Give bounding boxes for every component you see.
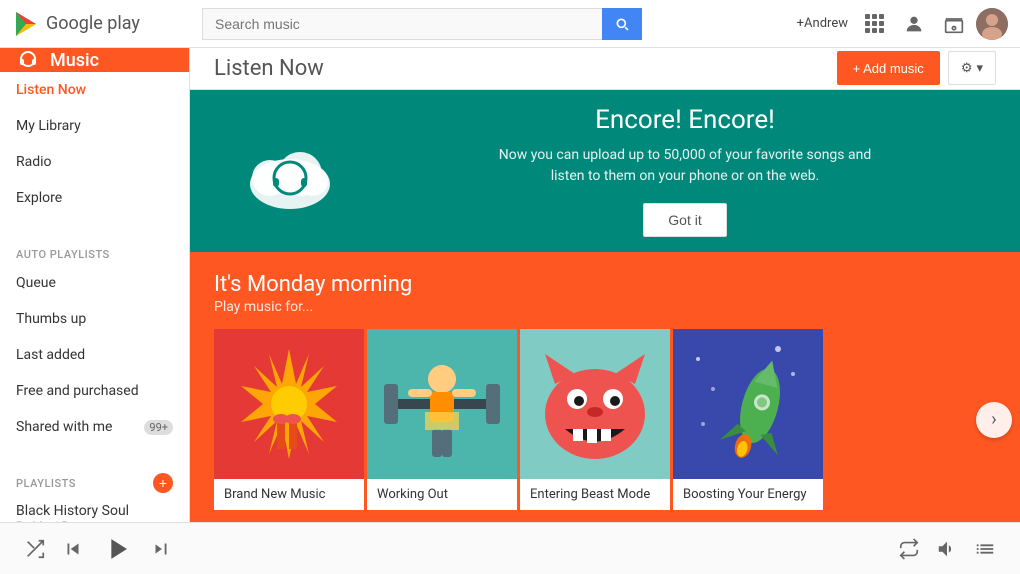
previous-button[interactable] — [62, 538, 84, 560]
sidebar-item-shared-with-me[interactable]: Shared with me 99+ — [0, 409, 189, 445]
shuffle-button[interactable] — [24, 538, 46, 560]
content-header: Listen Now + Add music ⚙ ▾ — [190, 48, 1020, 90]
bottom-player — [0, 522, 1020, 574]
queue-icon — [974, 538, 996, 560]
shared-badge: 99+ — [144, 420, 173, 435]
promo-text: Encore! Encore! Now you can upload up to… — [390, 105, 980, 237]
grid-menu-button[interactable] — [856, 6, 892, 42]
section-title: It's Monday morning — [214, 272, 996, 297]
sidebar-item-explore[interactable]: Explore — [0, 180, 189, 216]
playlists-header: Playlists + — [0, 461, 189, 497]
add-music-button[interactable]: + Add music — [837, 51, 940, 85]
boosting-energy-art — [678, 334, 818, 474]
beast-mode-art — [525, 334, 665, 474]
top-bar: Google play +Andrew — [0, 0, 1020, 48]
page-title: Listen Now — [214, 56, 324, 81]
card-working-out-label: Working Out — [367, 479, 517, 510]
sidebar-item-last-added[interactable]: Last added — [0, 337, 189, 373]
volume-icon — [936, 538, 958, 560]
queue-button[interactable] — [974, 538, 996, 560]
content-area: Listen Now + Add music ⚙ ▾ — [190, 48, 1020, 522]
account-icon — [903, 13, 925, 35]
logo-text: Google play — [46, 13, 140, 34]
working-out-art — [372, 334, 512, 474]
main-layout: Music Listen Now My Library Radio Explor… — [0, 48, 1020, 522]
header-actions: + Add music ⚙ ▾ — [837, 51, 996, 85]
repeat-button[interactable] — [898, 538, 920, 560]
sidebar-item-my-library[interactable]: My Library — [0, 108, 189, 144]
next-arrow-button[interactable]: › — [976, 402, 1012, 438]
top-right-actions: +Andrew — [797, 6, 1008, 42]
sidebar-item-radio[interactable]: Radio — [0, 144, 189, 180]
search-button[interactable] — [602, 8, 642, 40]
promo-description: Now you can upload up to 50,000 of your … — [485, 145, 885, 187]
sidebar-item-listen-now[interactable]: Listen Now — [0, 72, 189, 108]
card-boosting-energy-label: Boosting Your Energy — [673, 479, 823, 510]
skip-previous-icon — [62, 538, 84, 560]
grid-icon — [865, 14, 884, 33]
user-name: +Andrew — [797, 16, 848, 31]
avatar-image — [976, 8, 1008, 40]
orange-section: It's Monday morning Play music for... — [190, 252, 1020, 522]
player-controls-left — [24, 532, 172, 566]
promo-banner: Encore! Encore! Now you can upload up to… — [190, 90, 1020, 252]
add-playlist-button[interactable]: + — [153, 473, 173, 493]
brand-new-music-art — [219, 334, 359, 474]
card-beast-mode-label: Entering Beast Mode — [520, 479, 670, 510]
skip-next-icon — [150, 538, 172, 560]
sidebar-header: Music — [0, 48, 189, 72]
sidebar-item-queue[interactable]: Queue — [0, 265, 189, 301]
card-working-out-image — [367, 329, 517, 479]
card-brand-new-label: Brand New Music — [214, 479, 364, 510]
account-button[interactable] — [896, 6, 932, 42]
sidebar: Music Listen Now My Library Radio Explor… — [0, 48, 190, 522]
play-icon — [100, 532, 134, 566]
avatar[interactable] — [976, 8, 1008, 40]
settings-dropdown-arrow: ▾ — [976, 60, 983, 76]
search-input[interactable] — [202, 8, 602, 40]
card-working-out[interactable]: Working Out — [367, 329, 517, 510]
playlists-label: Playlists — [16, 477, 76, 490]
volume-button[interactable] — [936, 538, 958, 560]
settings-button[interactable]: ⚙ ▾ — [948, 51, 996, 85]
logo-area: Google play — [12, 10, 202, 38]
playlist-name: Black History Soul — [16, 503, 173, 519]
repeat-icon — [898, 538, 920, 560]
sidebar-item-free-purchased[interactable]: Free and purchased — [0, 373, 189, 409]
gear-icon: ⚙ — [961, 60, 973, 76]
playlist-item-black-history[interactable]: Black History Soul By Mosi Reeves — [0, 497, 189, 522]
next-button[interactable] — [150, 538, 172, 560]
card-brand-new-music[interactable]: Brand New Music — [214, 329, 364, 510]
cast-button[interactable] — [936, 6, 972, 42]
player-controls-right — [898, 538, 996, 560]
got-it-button[interactable]: Got it — [643, 203, 726, 237]
card-brand-new-image — [214, 329, 364, 479]
shuffle-icon — [24, 538, 46, 560]
search-icon — [614, 16, 630, 32]
cloud-headphones-icon — [235, 126, 345, 216]
sidebar-item-thumbs-up[interactable]: Thumbs up — [0, 301, 189, 337]
auto-playlists-label: Auto Playlists — [0, 232, 189, 265]
cards-container: Brand New Music — [214, 329, 996, 510]
card-beast-mode-image — [520, 329, 670, 479]
card-boosting-energy-image — [673, 329, 823, 479]
cast-icon — [944, 14, 964, 34]
headphones-icon — [16, 48, 40, 72]
play-pause-button[interactable] — [100, 532, 134, 566]
sidebar-music-label: Music — [50, 50, 99, 71]
search-area — [202, 8, 797, 40]
google-play-icon — [12, 10, 40, 38]
promo-title: Encore! Encore! — [390, 105, 980, 135]
promo-icon-area — [230, 126, 350, 216]
section-subtitle: Play music for... — [214, 299, 996, 315]
card-beast-mode[interactable]: Entering Beast Mode — [520, 329, 670, 510]
card-boosting-energy[interactable]: Boosting Your Energy — [673, 329, 823, 510]
